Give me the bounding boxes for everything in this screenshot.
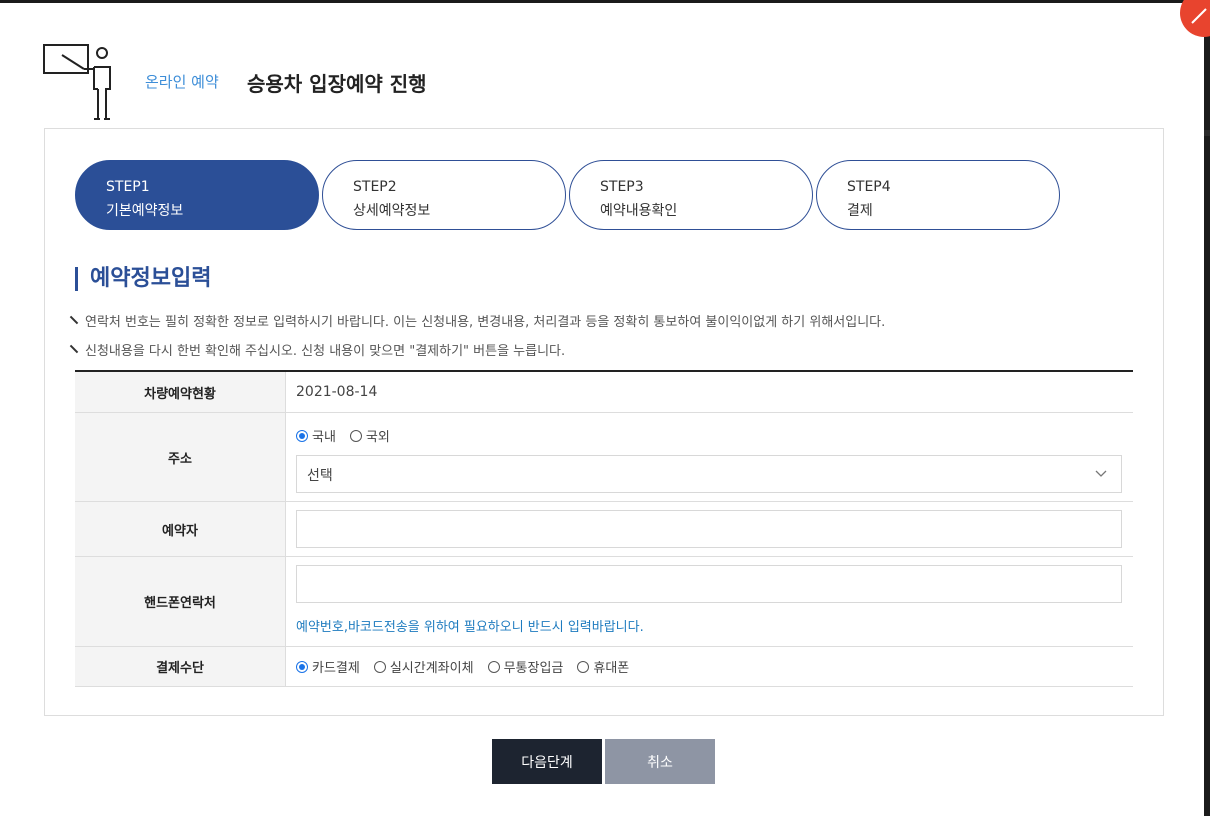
radio-transfer[interactable]: 실시간계좌이체 bbox=[373, 657, 474, 676]
radio-domestic[interactable]: 국내 bbox=[296, 426, 336, 445]
payment-cell: 카드결제 실시간계좌이체 무통장입금 휴대폰 bbox=[286, 647, 1133, 686]
step-label: 예약내용확인 bbox=[600, 203, 678, 219]
radio-label: 국내 bbox=[312, 430, 336, 445]
phone-help-text: 예약번호,바코드전송을 위하여 필요하오니 반드시 입력바랍니다. bbox=[296, 620, 644, 635]
notice-text: 연락처 번호는 필히 정확한 정보로 입력하시기 바랍니다. 이는 신청내용, … bbox=[73, 311, 885, 330]
radio-label: 휴대폰 bbox=[593, 661, 630, 676]
radio-label: 국외 bbox=[365, 430, 390, 445]
address-select[interactable]: 선택 bbox=[296, 455, 1122, 493]
reserver-cell bbox=[286, 502, 1133, 556]
phone-cell: 예약번호,바코드전송을 위하여 필요하오니 반드시 입력바랍니다. bbox=[286, 557, 1133, 646]
radio-label: 무통장입금 bbox=[503, 661, 564, 676]
phone-label: 핸드폰연락처 bbox=[75, 557, 286, 646]
presenter-icon bbox=[43, 44, 111, 120]
step-2: STEP2 상세예약정보 bbox=[322, 160, 566, 230]
page-title: 승용차 입장예약 진행 bbox=[247, 72, 427, 96]
form-row-date: 차량예약현황 2021-08-14 bbox=[75, 372, 1133, 413]
date-label: 차량예약현황 bbox=[75, 372, 286, 412]
date-cell: 2021-08-14 bbox=[286, 372, 1133, 412]
step-number: STEP2 bbox=[353, 179, 397, 195]
step-number: STEP4 bbox=[847, 179, 891, 195]
content-box: STEP1 기본예약정보 STEP2 상세예약정보 STEP3 예약내용확인 S… bbox=[44, 128, 1164, 716]
step-1: STEP1 기본예약정보 bbox=[75, 160, 319, 230]
form-row-reserver: 예약자 bbox=[75, 502, 1133, 557]
section-title: 예약정보입력 bbox=[75, 267, 211, 291]
step-label: 기본예약정보 bbox=[106, 203, 184, 219]
radio-unchecked-icon bbox=[577, 660, 590, 673]
chevron-down-icon bbox=[1095, 470, 1107, 477]
address-cell: 국내 국외 선택 bbox=[286, 413, 1133, 501]
step-number: STEP3 bbox=[600, 179, 644, 195]
payment-label: 결제수단 bbox=[75, 647, 286, 686]
reserver-label: 예약자 bbox=[75, 502, 286, 556]
radio-label: 카드결제 bbox=[312, 661, 360, 676]
step-3: STEP3 예약내용확인 bbox=[569, 160, 813, 230]
radio-deposit[interactable]: 무통장입금 bbox=[487, 657, 564, 676]
radio-unchecked-icon bbox=[373, 660, 386, 673]
step-label: 결제 bbox=[847, 203, 873, 219]
select-value: 선택 bbox=[307, 468, 333, 484]
form-row-address: 주소 국내 국외 선택 bbox=[75, 413, 1133, 502]
notice-text: 신청내용을 다시 한번 확인해 주십시오. 신청 내용이 맞으면 "결제하기" … bbox=[73, 340, 565, 359]
form-row-phone: 핸드폰연락처 예약번호,바코드전송을 위하여 필요하오니 반드시 입력바랍니다. bbox=[75, 557, 1133, 647]
radio-label: 실시간계좌이체 bbox=[389, 661, 474, 676]
reservation-form: 차량예약현황 2021-08-14 주소 국내 국외 선택 예약자 핸드폰연락처… bbox=[75, 370, 1133, 687]
close-icon bbox=[1191, 8, 1207, 24]
cancel-button[interactable]: 취소 bbox=[605, 739, 715, 784]
address-label: 주소 bbox=[75, 413, 286, 501]
next-step-button[interactable]: 다음단계 bbox=[492, 739, 602, 784]
date-value: 2021-08-14 bbox=[296, 384, 378, 400]
radio-checked-icon bbox=[296, 660, 308, 673]
radio-checked-icon bbox=[296, 429, 308, 442]
form-row-payment: 결제수단 카드결제 실시간계좌이체 무통장입금 휴대폰 bbox=[75, 647, 1133, 687]
header-subtitle: 온라인 예약 bbox=[145, 73, 219, 91]
close-button[interactable] bbox=[1180, 0, 1210, 37]
step-4: STEP4 결제 bbox=[816, 160, 1060, 230]
address-radio-group: 국내 국외 bbox=[296, 426, 404, 445]
reservation-modal: 온라인 예약 승용차 입장예약 진행 STEP1 기본예약정보 STEP2 상세… bbox=[0, 0, 1210, 816]
step-label: 상세예약정보 bbox=[353, 203, 431, 219]
radio-unchecked-icon bbox=[487, 660, 500, 673]
step-number: STEP1 bbox=[106, 179, 150, 195]
phone-input[interactable] bbox=[296, 565, 1122, 603]
radio-mobile[interactable]: 휴대폰 bbox=[577, 657, 629, 676]
modal-header: 온라인 예약 승용차 입장예약 진행 bbox=[42, 43, 642, 123]
radio-overseas[interactable]: 국외 bbox=[349, 426, 390, 445]
radio-unchecked-icon bbox=[349, 429, 362, 442]
reserver-input[interactable] bbox=[296, 510, 1122, 548]
radio-card[interactable]: 카드결제 bbox=[296, 657, 360, 676]
